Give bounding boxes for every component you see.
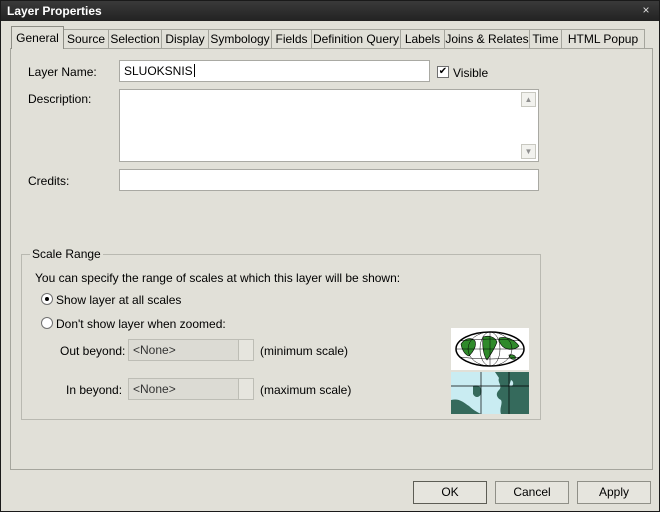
out-beyond-value: <None> xyxy=(133,343,176,357)
ok-button[interactable]: OK xyxy=(413,481,487,504)
tab-time[interactable]: Time xyxy=(529,29,562,48)
in-beyond-value: <None> xyxy=(133,382,176,396)
dont-show-zoomed-label: Don't show layer when zoomed: xyxy=(56,317,226,331)
window-title: Layer Properties xyxy=(7,4,102,18)
in-beyond-dropdown-button[interactable] xyxy=(238,379,253,399)
layer-properties-dialog: Layer Properties × General Source Select… xyxy=(0,0,660,512)
out-beyond-note: (minimum scale) xyxy=(260,344,349,358)
credits-label: Credits: xyxy=(28,174,70,188)
title-bar[interactable]: Layer Properties × xyxy=(1,1,659,21)
apply-button[interactable]: Apply xyxy=(577,481,651,504)
zoomed-coastline-icon xyxy=(451,372,529,414)
text-caret xyxy=(193,64,195,77)
layer-name-input[interactable]: SLUOKSNIS xyxy=(119,60,430,82)
show-all-scales-label: Show layer at all scales xyxy=(56,293,182,307)
radio-selected-dot xyxy=(45,297,49,301)
description-label: Description: xyxy=(28,92,92,106)
tab-definition-query[interactable]: Definition Query xyxy=(311,29,401,48)
layer-name-value: SLUOKSNIS xyxy=(124,64,193,78)
out-beyond-label: Out beyond: xyxy=(60,344,126,358)
credits-input[interactable] xyxy=(119,169,539,191)
scroll-down-icon[interactable]: ▼ xyxy=(521,144,536,159)
in-beyond-label: In beyond: xyxy=(66,383,123,397)
tab-selection[interactable]: Selection xyxy=(108,29,162,48)
radio-show-all-scales[interactable] xyxy=(41,293,53,305)
tab-symbology[interactable]: Symbology xyxy=(208,29,272,48)
in-beyond-note: (maximum scale) xyxy=(260,383,352,397)
general-tab-panel: Layer Name: SLUOKSNIS ✔ Visible Descript… xyxy=(10,48,653,470)
description-textarea[interactable]: ▲ ▼ xyxy=(119,89,539,162)
out-beyond-dropdown-button[interactable] xyxy=(238,340,253,360)
tab-joins-relates[interactable]: Joins & Relates xyxy=(444,29,530,48)
layer-name-label: Layer Name: xyxy=(28,65,97,79)
scale-range-intro: You can specify the range of scales at w… xyxy=(35,271,401,285)
tab-display[interactable]: Display xyxy=(161,29,209,48)
radio-dont-show-zoomed[interactable] xyxy=(41,317,53,329)
tab-html-popup[interactable]: HTML Popup xyxy=(561,29,645,48)
visible-label: Visible xyxy=(453,66,489,80)
out-beyond-combo[interactable]: <None> xyxy=(128,339,254,361)
in-beyond-combo[interactable]: <None> xyxy=(128,378,254,400)
cancel-button[interactable]: Cancel xyxy=(495,481,569,504)
scale-range-title: Scale Range xyxy=(30,247,103,261)
tab-fields[interactable]: Fields xyxy=(271,29,312,48)
world-globe-icon xyxy=(451,328,529,370)
visible-checkbox[interactable]: ✔ xyxy=(437,66,449,78)
scale-range-group: Scale Range You can specify the range of… xyxy=(21,247,541,420)
tab-labels[interactable]: Labels xyxy=(400,29,445,48)
tab-source[interactable]: Source xyxy=(63,29,109,48)
tab-general[interactable]: General xyxy=(11,26,64,49)
close-icon[interactable]: × xyxy=(639,3,653,17)
scroll-up-icon[interactable]: ▲ xyxy=(521,92,536,107)
